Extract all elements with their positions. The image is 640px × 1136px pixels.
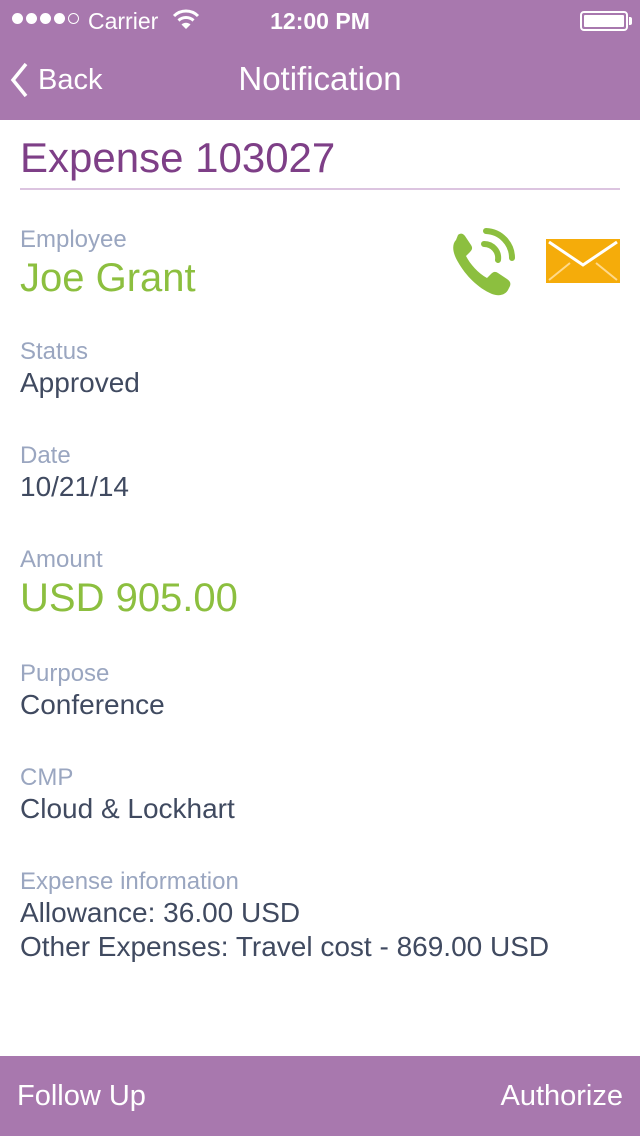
follow-up-button[interactable]: Follow Up (17, 1080, 146, 1113)
cmp-label: CMP (20, 764, 74, 791)
expense-info-field: Expense information Allowance: 36.00 USD… (20, 868, 549, 964)
date-value: 10/21/14 (20, 471, 129, 502)
employee-field: Employee Joe Grant (20, 226, 196, 302)
navigation-bar: Back Notification (0, 40, 640, 120)
top-bar: Carrier 12:00 PM Back Notification (0, 0, 640, 120)
purpose-field: Purpose Conference (20, 660, 165, 722)
date-field: Date 10/21/14 (20, 442, 129, 504)
clock: 12:00 PM (270, 8, 370, 34)
authorize-button[interactable]: Authorize (500, 1080, 623, 1113)
phone-icon[interactable] (448, 226, 520, 296)
status-label: Status (20, 338, 89, 365)
purpose-label: Purpose (20, 660, 110, 687)
expense-detail: Expense 103027 Employee Joe Grant Status… (20, 120, 620, 962)
cmp-field: CMP Cloud & Lockhart (20, 764, 235, 826)
expense-title: Expense 103027 (20, 120, 620, 190)
amount-value: USD 905.00 (20, 576, 238, 620)
date-label: Date (20, 442, 71, 469)
mail-icon[interactable] (546, 239, 620, 283)
cmp-value: Cloud & Lockhart (20, 793, 235, 824)
battery-tip (629, 17, 632, 25)
employee-name: Joe Grant (20, 256, 196, 300)
status-field: Status Approved (20, 338, 140, 400)
bottom-toolbar: Follow Up Authorize (0, 1056, 640, 1136)
expense-info-line: Allowance: 36.00 USD (20, 897, 301, 928)
amount-field: Amount USD 905.00 (20, 546, 238, 622)
status-bar: Carrier 12:00 PM (0, 0, 640, 40)
purpose-value: Conference (20, 689, 165, 720)
amount-label: Amount (20, 546, 103, 573)
status-value: Approved (20, 367, 140, 398)
back-button[interactable]: Back (8, 58, 102, 102)
contact-actions (448, 226, 620, 296)
battery-icon (580, 11, 628, 31)
employee-label: Employee (20, 226, 127, 253)
chevron-left-icon (10, 62, 28, 98)
expense-info-label: Expense information (20, 868, 239, 895)
back-label: Back (38, 63, 103, 96)
expense-info-line: Other Expenses: Travel cost - 869.00 USD (20, 931, 550, 962)
